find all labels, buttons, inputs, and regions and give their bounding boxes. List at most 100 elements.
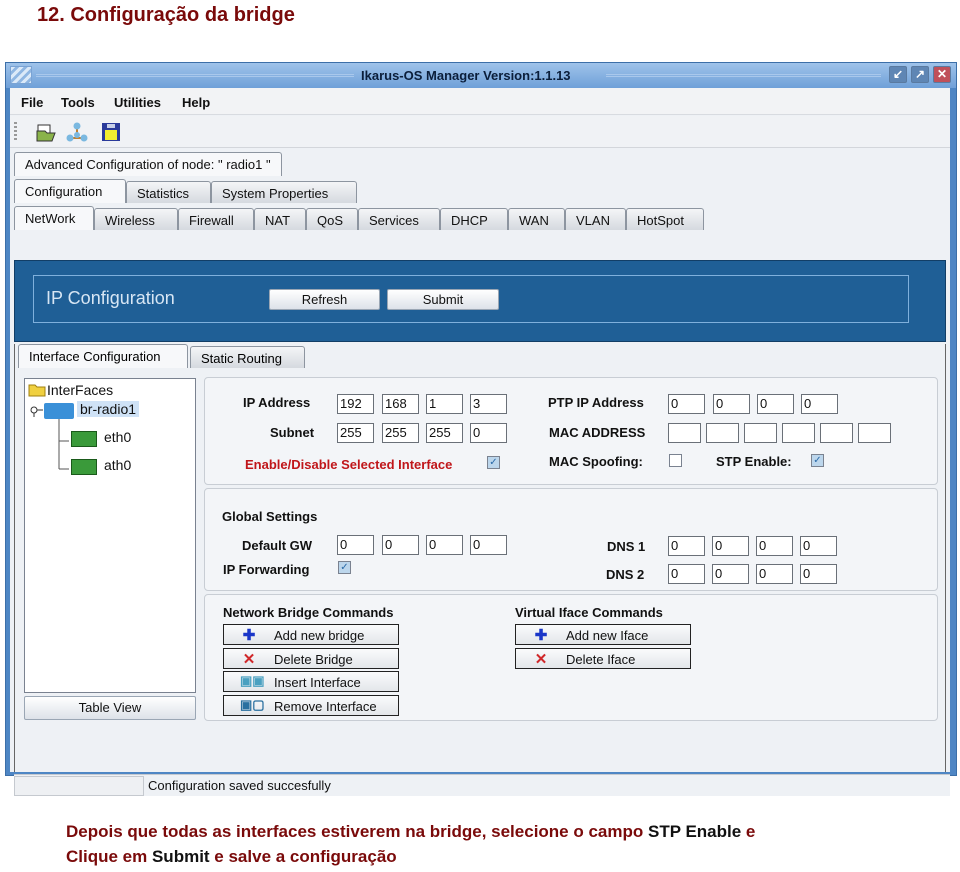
caption-line-1: Depois que todas as interfaces estiverem… [66, 822, 755, 842]
ip-octet-1[interactable]: 192 [337, 394, 374, 414]
ip-octet-4[interactable]: 3 [470, 394, 507, 414]
tab-firewall[interactable]: Firewall [178, 208, 254, 230]
subnet-octet-4[interactable]: 0 [470, 423, 507, 443]
menu-file[interactable]: File [21, 95, 43, 110]
nic-icon [71, 459, 97, 475]
subnet-octet-2[interactable]: 255 [382, 423, 419, 443]
mac-spoofing-checkbox[interactable] [669, 454, 682, 467]
maximize-button[interactable]: ↗ [911, 66, 929, 83]
dns2-octet-1[interactable]: 0 [668, 564, 705, 584]
gw-octet-3[interactable]: 0 [426, 535, 463, 555]
close-button[interactable]: ✕ [933, 66, 951, 83]
dns1-octet-2[interactable]: 0 [712, 536, 749, 556]
add-bridge-button[interactable]: ✚ Add new bridge [223, 624, 399, 645]
ptp-octet-3[interactable]: 0 [757, 394, 794, 414]
tab-node-config[interactable]: Advanced Configuration of node: " radio1… [14, 152, 282, 176]
menu-help[interactable]: Help [182, 95, 210, 110]
tab-services[interactable]: Services [358, 208, 440, 230]
tab-hotspot[interactable]: HotSpot [626, 208, 704, 230]
table-view-button[interactable]: Table View [24, 696, 196, 720]
title-bar[interactable]: Ikarus-OS Manager Version:1.1.13 ↙ ↗ ✕ [6, 63, 956, 88]
mac-part-4[interactable] [782, 423, 815, 443]
dns1-octet-3[interactable]: 0 [756, 536, 793, 556]
mac-part-1[interactable] [668, 423, 701, 443]
ptp-octet-1[interactable]: 0 [668, 394, 705, 414]
insert-interface-button[interactable]: ▣▣ Insert Interface [223, 671, 399, 692]
bridge-commands-title: Network Bridge Commands [223, 605, 394, 620]
gw-octet-1[interactable]: 0 [337, 535, 374, 555]
dns1-label: DNS 1 [607, 539, 646, 554]
interface-settings-group: IP Address 192 168 1 3 Subnet 255 255 25… [204, 377, 938, 485]
status-bar: Configuration saved succesfully [14, 774, 950, 796]
subnet-label: Subnet [270, 425, 315, 440]
tab-dhcp[interactable]: DHCP [440, 208, 508, 230]
ip-octet-3[interactable]: 1 [426, 394, 463, 414]
ptp-octet-4[interactable]: 0 [801, 394, 838, 414]
mac-part-6[interactable] [858, 423, 891, 443]
gw-octet-4[interactable]: 0 [470, 535, 507, 555]
enable-interface-checkbox[interactable]: ✓ [487, 456, 500, 469]
tab-wireless[interactable]: Wireless [94, 208, 178, 230]
dns1-octet-4[interactable]: 0 [800, 536, 837, 556]
ip-forwarding-checkbox[interactable]: ✓ [338, 561, 351, 574]
mac-part-3[interactable] [744, 423, 777, 443]
tab-statistics[interactable]: Statistics [126, 181, 211, 203]
title-stripe [36, 74, 354, 77]
ip-forwarding-label: IP Forwarding [223, 562, 310, 577]
caption-text: e [741, 822, 756, 841]
interface-tree[interactable]: InterFaces br-radio1 eth0 ath0 [24, 378, 196, 693]
dns2-octet-4[interactable]: 0 [800, 564, 837, 584]
tab-nat[interactable]: NAT [254, 208, 306, 230]
delete-iface-label: Delete Iface [566, 652, 636, 667]
title-stripe [606, 74, 881, 77]
caption-text: e salve a configuração [209, 847, 397, 866]
add-iface-button[interactable]: ✚ Add new Iface [515, 624, 691, 645]
mac-part-2[interactable] [706, 423, 739, 443]
iface-commands-title: Virtual Iface Commands [515, 605, 663, 620]
tree-ath0[interactable]: ath0 [104, 457, 131, 473]
ptp-octet-2[interactable]: 0 [713, 394, 750, 414]
tab-system-properties[interactable]: System Properties [211, 181, 357, 203]
dns1-octet-1[interactable]: 0 [668, 536, 705, 556]
network-topology-icon[interactable] [66, 121, 88, 143]
stp-enable-checkbox[interactable]: ✓ [811, 454, 824, 467]
toolbar [10, 116, 950, 148]
tab-vlan[interactable]: VLAN [565, 208, 626, 230]
dns2-octet-3[interactable]: 0 [756, 564, 793, 584]
global-settings-group: Global Settings Default GW 0 0 0 0 IP Fo… [204, 488, 938, 591]
tab-qos[interactable]: QoS [306, 208, 358, 230]
delete-iface-button[interactable]: ✕ Delete Iface [515, 648, 691, 669]
ip-octet-2[interactable]: 168 [382, 394, 419, 414]
open-folder-icon[interactable] [35, 121, 57, 143]
remove-interface-icon: ▣▢ [240, 697, 265, 712]
tree-root[interactable]: InterFaces [47, 382, 113, 398]
tree-bridge[interactable]: br-radio1 [77, 401, 140, 417]
delete-bridge-button[interactable]: ✕ Delete Bridge [223, 648, 399, 669]
menu-utilities[interactable]: Utilities [114, 95, 161, 110]
dns2-octet-2[interactable]: 0 [712, 564, 749, 584]
menu-tools[interactable]: Tools [61, 95, 95, 110]
remove-interface-button[interactable]: ▣▢ Remove Interface [223, 695, 399, 716]
tree-eth0[interactable]: eth0 [104, 429, 131, 445]
mac-part-5[interactable] [820, 423, 853, 443]
tab-configuration[interactable]: Configuration [14, 179, 126, 203]
subtab-static-routing[interactable]: Static Routing [190, 346, 305, 368]
save-disk-icon[interactable] [100, 121, 122, 143]
window-title: Ikarus-OS Manager Version:1.1.13 [361, 68, 571, 83]
minimize-button[interactable]: ↙ [889, 66, 907, 83]
app-logo-icon [10, 66, 32, 84]
default-gw-label: Default GW [242, 538, 313, 553]
refresh-button[interactable]: Refresh [269, 289, 380, 310]
tab-wan[interactable]: WAN [508, 208, 565, 230]
commands-group: Network Bridge Commands ✚ Add new bridge… [204, 594, 938, 721]
gw-octet-2[interactable]: 0 [382, 535, 419, 555]
subnet-octet-3[interactable]: 255 [426, 423, 463, 443]
submit-button[interactable]: Submit [387, 289, 499, 310]
subnet-octet-1[interactable]: 255 [337, 423, 374, 443]
delete-x-icon: ✕ [534, 651, 548, 668]
tab-network[interactable]: NetWork [14, 206, 94, 230]
toolbar-grip[interactable] [14, 122, 17, 142]
subtab-interface-configuration[interactable]: Interface Configuration [18, 344, 188, 368]
plus-icon: ✚ [242, 627, 256, 644]
window-body: File Tools Utilities Help Advanced Confi… [10, 88, 950, 796]
